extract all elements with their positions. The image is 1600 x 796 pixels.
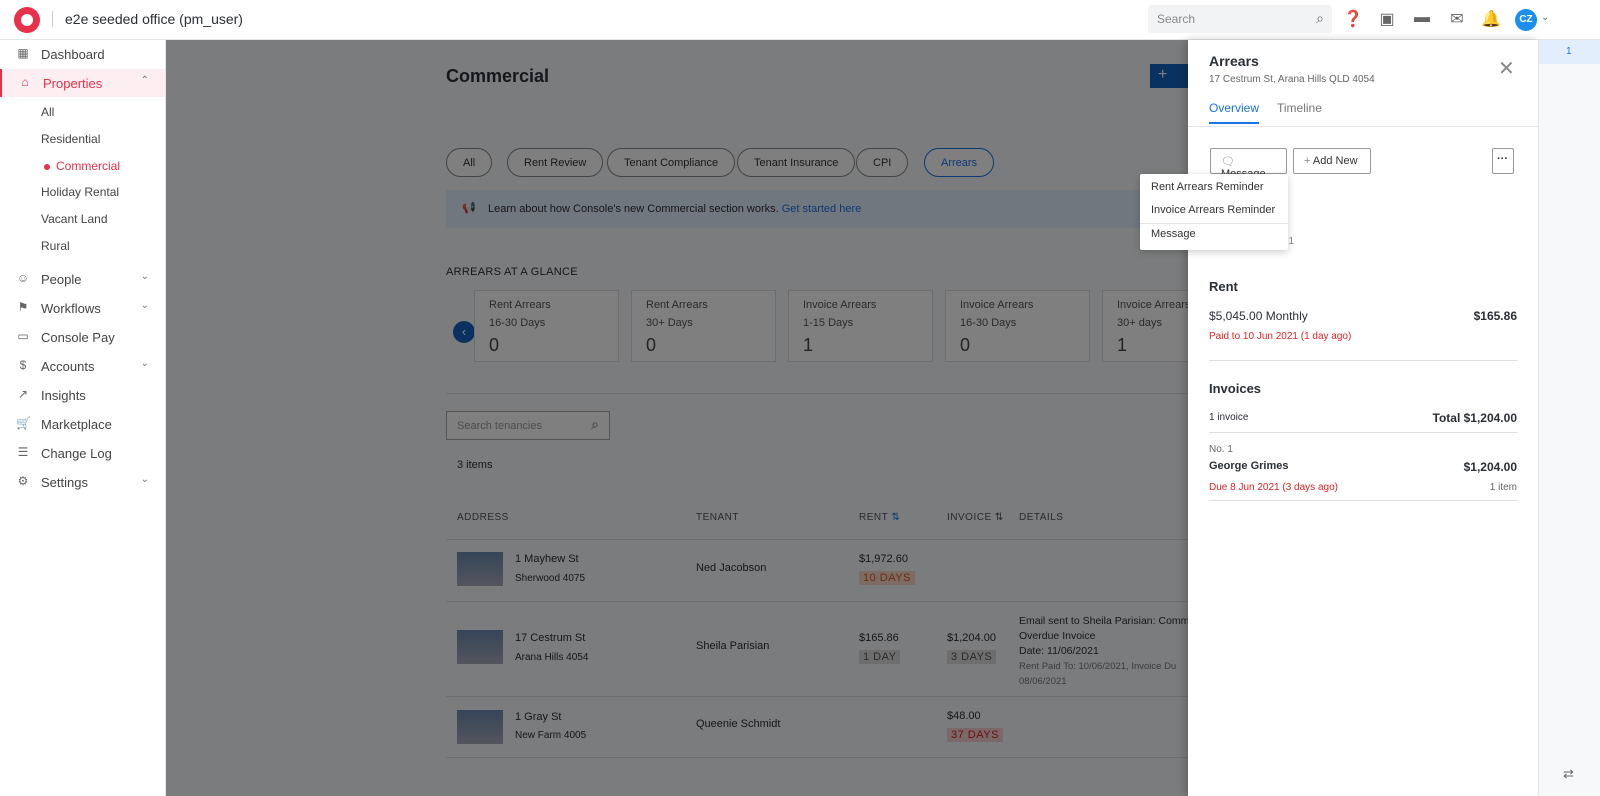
- sidebar-item-accounts[interactable]: $ Accounts ⌄: [0, 352, 165, 380]
- sidebar-item-change-log[interactable]: ☰ Change Log: [0, 439, 165, 467]
- menu-item-rent-arrears-reminder[interactable]: Rent Arrears Reminder: [1151, 181, 1264, 193]
- sidebar-item-properties[interactable]: ⌂ Properties ⌃: [0, 69, 165, 97]
- divider: [1188, 126, 1538, 127]
- label: Workflows: [41, 301, 101, 316]
- tab-timeline[interactable]: Timeline: [1277, 101, 1322, 115]
- label: Accounts: [41, 359, 95, 374]
- rent-amount: $5,045.00 Monthly: [1209, 309, 1308, 323]
- sidebar-item-settings[interactable]: ⚙ Settings ⌄: [0, 468, 165, 496]
- flag-icon: ⚑: [17, 300, 29, 314]
- close-icon[interactable]: ✕: [1498, 56, 1515, 81]
- message-button[interactable]: 🗨 Message: [1210, 148, 1287, 180]
- message-dropdown-menu: Rent Arrears Reminder Invoice Arrears Re…: [1140, 174, 1288, 250]
- menu-item-message[interactable]: Message: [1151, 228, 1196, 240]
- sidebar-sub-residential[interactable]: Residential: [41, 132, 100, 146]
- invoices-heading: Invoices: [1209, 381, 1262, 396]
- label: Settings: [41, 475, 88, 490]
- invoice-count: 1 invoice: [1209, 412, 1249, 423]
- cart-icon: 🛒: [16, 416, 31, 430]
- sidebar: ▦ Dashboard ⌂ Properties ⌃ All Residential …: [0, 40, 166, 796]
- label: Console Pay: [41, 330, 115, 345]
- label: Add New: [1312, 155, 1358, 167]
- sidebar-item-workflows[interactable]: ⚑ Workflows ⌄: [0, 294, 165, 322]
- rent-paid-to: Paid to 10 Jun 2021 (1 day ago): [1209, 331, 1352, 342]
- label: People: [41, 272, 82, 287]
- chevron-down-icon: ⌄: [140, 271, 149, 282]
- invoice-due: Due 8 Jun 2021 (3 days ago): [1209, 482, 1338, 493]
- rent-due: $165.86: [1473, 309, 1517, 323]
- sidebar-item-dashboard[interactable]: ▦ Dashboard: [0, 40, 165, 68]
- chevron-down-icon: ⌄: [140, 300, 149, 311]
- home-icon: ⌂: [21, 75, 29, 89]
- swap-icon[interactable]: ⇄: [1563, 766, 1574, 782]
- label: Dashboard: [41, 47, 105, 62]
- modal-backdrop[interactable]: [166, 40, 1188, 796]
- trend-icon: ↗: [17, 387, 29, 401]
- console-logo[interactable]: [14, 7, 40, 33]
- label: Insights: [41, 388, 86, 403]
- invoice-name: George Grimes: [1209, 460, 1289, 472]
- search-placeholder: Search: [1157, 12, 1196, 26]
- sidebar-item-insights[interactable]: ↗ Insights: [0, 381, 165, 409]
- label: Change Log: [41, 446, 112, 461]
- people-icon: ☺: [16, 271, 30, 285]
- right-rail: 1 ⇄: [1538, 40, 1600, 796]
- avatar[interactable]: CZ: [1515, 9, 1537, 31]
- divider: [1209, 432, 1517, 433]
- tab-overview[interactable]: Overview: [1209, 101, 1260, 124]
- bell-icon[interactable]: 🔔: [1481, 9, 1501, 29]
- search-icon: ⌕: [1316, 10, 1324, 26]
- sidebar-item-marketplace[interactable]: 🛒 Marketplace: [0, 410, 165, 438]
- sidebar-sub-vacant-land[interactable]: Vacant Land: [41, 212, 108, 226]
- chevron-up-icon: ⌃: [140, 75, 149, 86]
- rail-badge[interactable]: 1: [1539, 40, 1600, 64]
- label: Marketplace: [41, 417, 112, 432]
- divider: [1209, 500, 1517, 501]
- top-bar: e2e seeded office (pm_user) Search ⌕ ❓ ▣ …: [0, 0, 1600, 40]
- sidebar-sub-commercial[interactable]: Commercial: [43, 159, 120, 173]
- office-name[interactable]: e2e seeded office (pm_user): [65, 11, 243, 27]
- sidebar-item-people[interactable]: ☺ People ⌄: [0, 265, 165, 293]
- log-icon: ☰: [17, 445, 29, 459]
- sidebar-item-console-pay[interactable]: ▭ Console Pay: [0, 323, 165, 351]
- arrears-side-panel: Arrears 17 Cestrum St, Arana Hills QLD 4…: [1188, 40, 1538, 796]
- panel-title: Arrears: [1209, 53, 1259, 69]
- sidebar-sub-holiday-rental[interactable]: Holiday Rental: [41, 185, 119, 199]
- plus-icon: +: [1304, 155, 1311, 167]
- invoice-amount: $1,204.00: [1463, 460, 1517, 474]
- chevron-down-icon: ⌄: [140, 474, 149, 485]
- add-new-button[interactable]: + Add New: [1293, 148, 1371, 174]
- invoice-items: 1 item: [1489, 482, 1517, 493]
- speech-bubble-icon: 🗨: [1221, 156, 1235, 168]
- card-icon: ▭: [17, 329, 29, 343]
- divider: [1140, 223, 1288, 224]
- panel-address: 17 Cestrum St, Arana Hills QLD 4054: [1209, 74, 1375, 85]
- global-search-input[interactable]: Search ⌕: [1148, 5, 1332, 33]
- rent-heading: Rent: [1209, 279, 1238, 294]
- label: Properties: [43, 76, 103, 91]
- sidebar-sub-all[interactable]: All: [41, 105, 54, 119]
- divider: [52, 11, 53, 27]
- dollar-icon: $: [19, 358, 27, 372]
- chevron-down-icon[interactable]: ⌄: [1541, 12, 1549, 23]
- mail-icon[interactable]: ✉: [1447, 9, 1467, 29]
- invoice-number: No. 1: [1209, 444, 1233, 455]
- gear-icon: ⚙: [17, 474, 29, 488]
- dashboard-icon: ▦: [17, 46, 29, 60]
- invoice-total: Total $1,204.00: [1432, 411, 1518, 425]
- divider: [1209, 360, 1517, 361]
- help-icon[interactable]: ❓: [1343, 9, 1363, 29]
- folder-icon[interactable]: ▬: [1412, 9, 1432, 29]
- more-options-button[interactable]: ···: [1492, 148, 1514, 174]
- inbox-icon[interactable]: ▣: [1377, 9, 1397, 29]
- chevron-down-icon: ⌄: [140, 358, 149, 369]
- sidebar-sub-rural[interactable]: Rural: [41, 239, 70, 253]
- menu-item-invoice-arrears-reminder[interactable]: Invoice Arrears Reminder: [1151, 204, 1275, 216]
